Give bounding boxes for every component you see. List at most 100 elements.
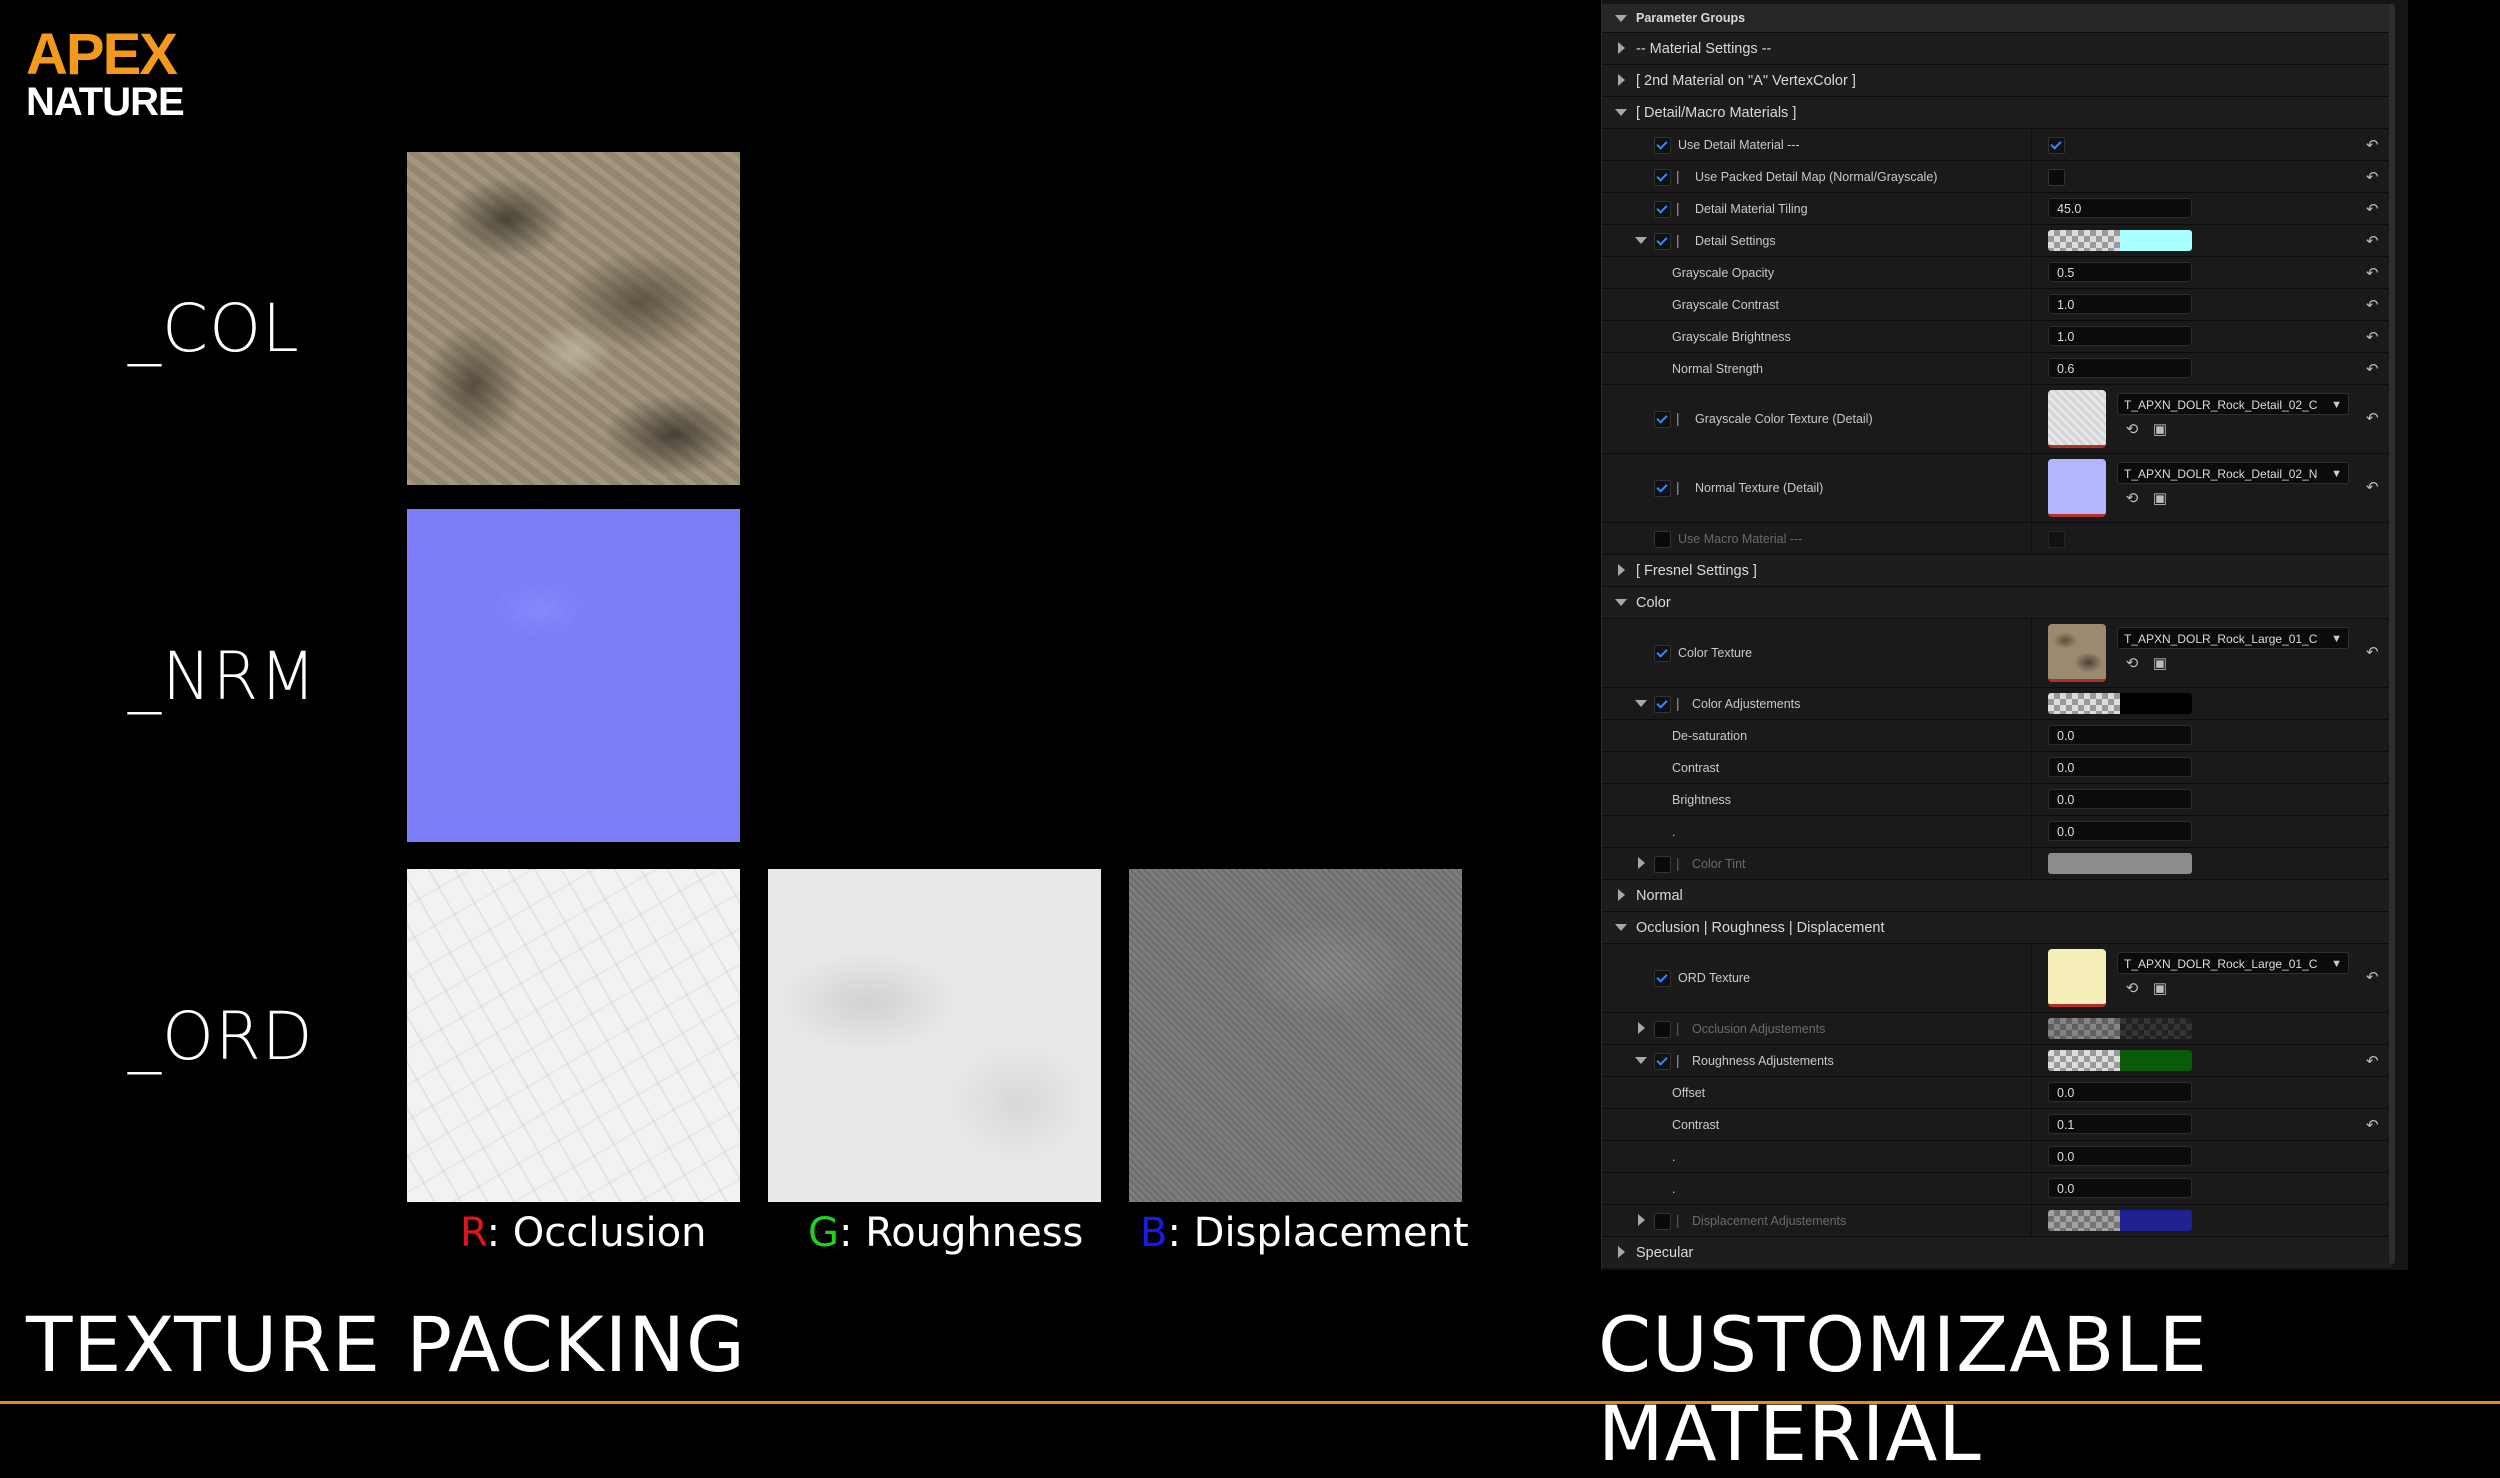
use-selected-asset-icon[interactable]: ⟲ [2124,422,2140,438]
param-label: Use Macro Material --- [1678,532,1803,546]
override-checkbox[interactable] [1654,1053,1671,1070]
expand-down-icon[interactable] [1635,700,1647,707]
override-checkbox[interactable] [1654,1213,1671,1230]
expand-right-icon [1618,74,1625,86]
group-material-settings[interactable]: -- Material Settings -- [1602,33,2392,65]
override-checkbox[interactable] [1654,480,1671,497]
expand-right-icon[interactable] [1638,857,1645,869]
use-selected-asset-icon[interactable]: ⟲ [2124,491,2140,507]
displacement-adjustements-swatch[interactable] [2048,1210,2192,1231]
override-checkbox[interactable] [1654,1021,1671,1038]
detail-tiling-input[interactable]: 45.0 [2048,198,2192,218]
reset-arrow-icon[interactable]: ↶ [2366,264,2379,282]
expand-down-icon[interactable] [1635,1057,1647,1064]
ord-texture-thumbnail[interactable] [2048,949,2106,1007]
pipe-separator: | [1676,233,1680,248]
group-fresnel-settings[interactable]: [ Fresnel Settings ] [1602,555,2392,587]
browse-asset-icon[interactable]: ▣ [2152,422,2168,438]
reset-arrow-icon[interactable]: ↶ [2366,1116,2379,1134]
group-label: Occlusion | Roughness | Displacement [1636,920,1885,936]
param-ord-texture: ORD Texture T_APXN_DOLR_Rock_Large_01_C ▼… [1602,944,2392,1013]
reset-arrow-icon[interactable]: ↶ [2366,200,2379,218]
reset-arrow-icon[interactable]: ↶ [2366,968,2379,986]
param-normal-texture-detail: | Normal Texture (Detail) T_APXN_DOLR_Ro… [1602,454,2392,523]
param-brightness: Brightness 0.0 [1602,784,2392,816]
browse-asset-icon[interactable]: ▣ [2152,491,2168,507]
unnamed-3-input[interactable]: 0.0 [2048,1178,2192,1198]
occlusion-adjustements-swatch[interactable] [2048,1018,2192,1039]
expand-right-icon[interactable] [1638,1022,1645,1034]
brightness-input[interactable]: 0.0 [2048,789,2192,809]
param-displacement-adjustements: | Displacement Adjustements [1602,1205,2392,1237]
offset-input[interactable]: 0.0 [2048,1082,2192,1102]
color-texture-thumbnail[interactable] [2048,624,2106,682]
ord-texture-asset-picker[interactable]: T_APXN_DOLR_Rock_Large_01_C ▼ [2117,952,2349,974]
grayscale-contrast-input[interactable]: 1.0 [2048,294,2192,314]
override-checkbox[interactable] [1654,233,1671,250]
use-detail-value-checkbox[interactable] [2048,137,2065,154]
reset-arrow-icon[interactable]: ↶ [2366,643,2379,661]
override-checkbox[interactable] [1654,856,1671,873]
grayscale-texture-asset-picker[interactable]: T_APXN_DOLR_Rock_Detail_02_C ▼ [2117,393,2349,415]
roughness-contrast-input[interactable]: 0.1 [2048,1114,2192,1134]
param-label: Offset [1672,1086,1706,1100]
group-color[interactable]: Color [1602,587,2392,619]
override-checkbox[interactable] [1654,531,1671,548]
color-adjustements-swatch[interactable] [2048,693,2192,714]
unnamed-1-input[interactable]: 0.0 [2048,821,2192,841]
override-checkbox[interactable] [1654,201,1671,218]
group-detail-macro[interactable]: [ Detail/Macro Materials ] [1602,97,2392,129]
group-ord[interactable]: Occlusion | Roughness | Displacement [1602,912,2392,944]
color-texture-asset-picker[interactable]: T_APXN_DOLR_Rock_Large_01_C ▼ [2117,627,2349,649]
reset-arrow-icon[interactable]: ↶ [2366,409,2379,427]
channel-label-b: B: Displacement [1140,1210,1469,1256]
reset-arrow-icon[interactable]: ↶ [2366,232,2379,250]
expand-right-icon[interactable] [1638,1214,1645,1226]
reset-arrow-icon[interactable]: ↶ [2366,168,2379,186]
parameter-groups-header[interactable]: Parameter Groups [1602,4,2392,33]
panel-scrollbar[interactable] [2389,4,2395,1264]
override-checkbox[interactable] [1654,169,1671,186]
override-checkbox[interactable] [1654,411,1671,428]
use-macro-value-checkbox[interactable] [2048,531,2065,548]
browse-asset-icon[interactable]: ▣ [2152,981,2168,997]
detail-settings-color-swatch[interactable] [2048,230,2192,251]
group-second-material[interactable]: [ 2nd Material on "A" VertexColor ] [1602,65,2392,97]
grayscale-texture-thumbnail[interactable] [2048,390,2106,448]
reset-arrow-icon[interactable]: ↶ [2366,478,2379,496]
group-normal[interactable]: Normal [1602,880,2392,912]
param-label: . [1672,825,1676,839]
param-detail-tiling: | Detail Material Tiling 45.0 ↶ [1602,193,2392,225]
grayscale-opacity-input[interactable]: 0.5 [2048,262,2192,282]
unnamed-2-input[interactable]: 0.0 [2048,1146,2192,1166]
expand-right-icon [1618,889,1625,901]
reset-arrow-icon[interactable]: ↶ [2366,296,2379,314]
use-packed-value-checkbox[interactable] [2048,169,2065,186]
browse-asset-icon[interactable]: ▣ [2152,656,2168,672]
reset-arrow-icon[interactable]: ↶ [2366,1052,2379,1070]
param-unnamed-2: . 0.0 [1602,1141,2392,1173]
roughness-adjustements-swatch[interactable] [2048,1050,2192,1071]
desaturation-input[interactable]: 0.0 [2048,725,2192,745]
reset-arrow-icon[interactable]: ↶ [2366,328,2379,346]
normal-texture-thumbnail[interactable] [2048,459,2106,517]
contrast-input[interactable]: 0.0 [2048,757,2192,777]
reset-arrow-icon[interactable]: ↶ [2366,360,2379,378]
grayscale-brightness-input[interactable]: 1.0 [2048,326,2192,346]
group-specular[interactable]: Specular [1602,1237,2392,1269]
override-checkbox[interactable] [1654,696,1671,713]
expand-right-icon [1618,42,1625,54]
normal-texture-asset-picker[interactable]: T_APXN_DOLR_Rock_Detail_02_N ▼ [2117,462,2349,484]
override-checkbox[interactable] [1654,137,1671,154]
group-label: -- Material Settings -- [1636,41,1772,57]
normal-strength-input[interactable]: 0.6 [2048,358,2192,378]
override-checkbox[interactable] [1654,645,1671,662]
param-unnamed-3: . 0.0 [1602,1173,2392,1205]
expand-down-icon[interactable] [1635,237,1647,244]
use-selected-asset-icon[interactable]: ⟲ [2124,656,2140,672]
reset-arrow-icon[interactable]: ↶ [2366,136,2379,154]
use-selected-asset-icon[interactable]: ⟲ [2124,981,2140,997]
color-tint-swatch[interactable] [2048,853,2192,874]
channel-label-g: G: Roughness [808,1210,1083,1256]
override-checkbox[interactable] [1654,970,1671,987]
